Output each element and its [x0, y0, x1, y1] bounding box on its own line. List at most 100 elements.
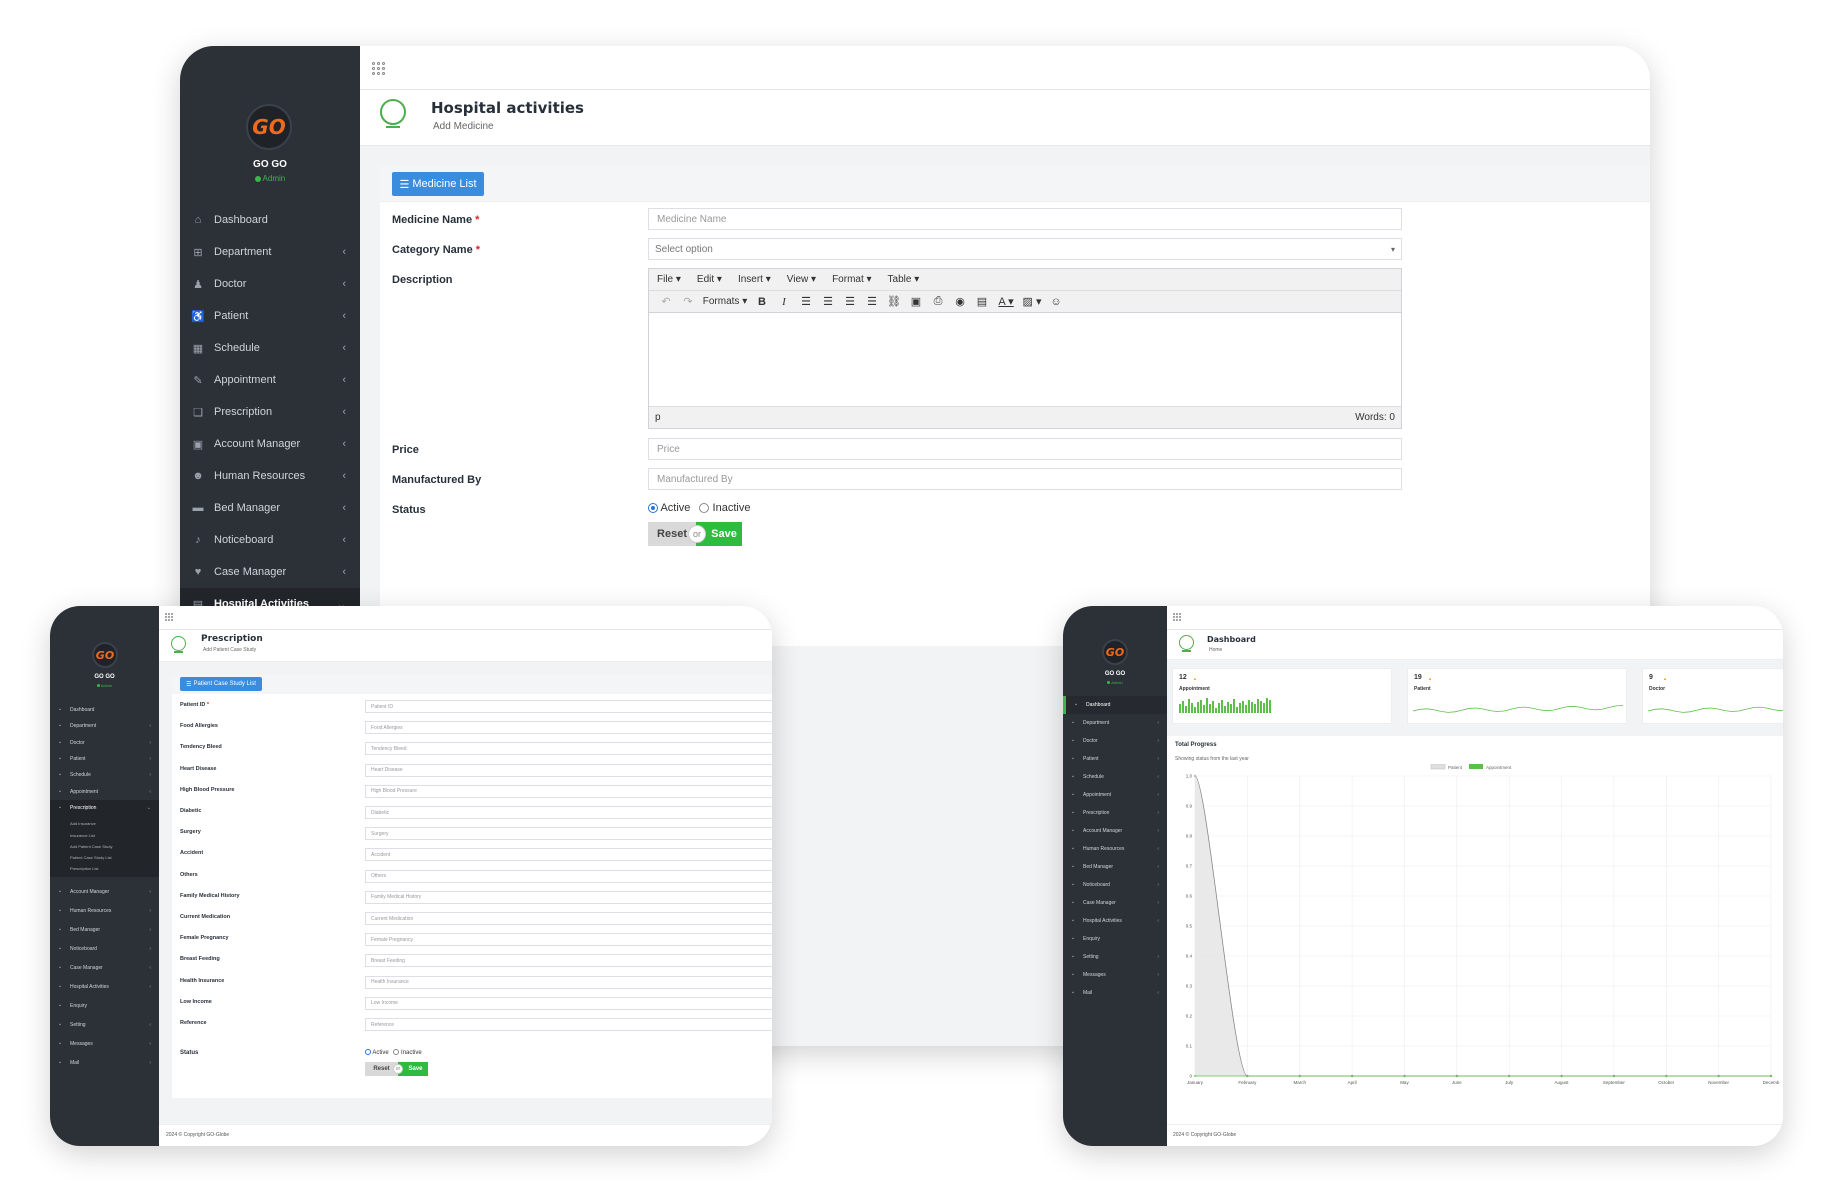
- field-input-current-medication[interactable]: Current Medication: [365, 912, 772, 925]
- field-input-female-pregnancy[interactable]: Female Pregnancy: [365, 933, 772, 947]
- field-input-breast-feeding[interactable]: Breast Feeding: [365, 954, 772, 968]
- align-justify-icon[interactable]: ☰: [861, 295, 883, 308]
- sidebar-item-case-manager[interactable]: ▪ Case Manager ‹: [50, 959, 159, 978]
- field-input-health-insurance[interactable]: Health Insurance: [365, 975, 772, 989]
- sidebar-item-prescription[interactable]: ▪ Prescription ⌄: [50, 799, 159, 817]
- sidebar-item-noticeboard[interactable]: ▪ Noticeboard ‹: [1063, 876, 1167, 894]
- radio-active[interactable]: [648, 503, 658, 514]
- formats-dropdown[interactable]: Formats ▾: [699, 296, 751, 307]
- sidebar-item-bed-manager[interactable]: ▪ Bed Manager ‹: [1063, 858, 1167, 876]
- sidebar-item-account-manager[interactable]: ▪ Account Manager ‹: [1063, 822, 1167, 840]
- editor-menu-format[interactable]: Format ▾: [832, 274, 871, 285]
- category-select[interactable]: Select option ▾: [648, 238, 1402, 260]
- price-input[interactable]: Price: [648, 438, 1402, 460]
- sidebar-item-case-manager[interactable]: ▪ Case Manager ‹: [1063, 894, 1167, 912]
- status-inactive-radio[interactable]: Inactive: [699, 502, 750, 514]
- field-input-family-medical-history[interactable]: Family Medical History: [365, 890, 772, 904]
- image-icon[interactable]: ▣: [905, 295, 927, 308]
- sidebar-item-doctor[interactable]: ▪ Doctor ‹: [1063, 732, 1167, 750]
- sidebar-item-human-resources[interactable]: ▪ Human Resources ‹: [50, 902, 159, 921]
- sidebar-item-department[interactable]: ⊞ Department ‹: [180, 236, 360, 268]
- align-left-icon[interactable]: ☰: [795, 295, 817, 308]
- sidebar-item-schedule[interactable]: ▦ Schedule ‹: [180, 332, 360, 364]
- link-icon[interactable]: ⛓: [883, 295, 905, 308]
- sidebar-item-hospital-activities[interactable]: ▪ Hospital Activities ‹: [50, 978, 159, 997]
- sidebar-item-account-manager[interactable]: ▪ Account Manager ‹: [50, 883, 159, 902]
- sidebar-item-doctor[interactable]: ▪ Doctor ‹: [50, 735, 159, 751]
- text-color-icon[interactable]: A ▾: [993, 295, 1019, 308]
- sidebar-item-setting[interactable]: ▪ Setting ‹: [50, 1016, 159, 1035]
- status-inactive-radio[interactable]: Inactive: [393, 1049, 422, 1056]
- sidebar-item-mail[interactable]: ▪ Mail ‹: [50, 1054, 159, 1073]
- radio-inactive[interactable]: [393, 1049, 400, 1055]
- sidebar-item-human-resources[interactable]: ☻ Human Resources ‹: [180, 460, 360, 492]
- status-active-radio[interactable]: Active: [365, 1049, 390, 1056]
- sidebar-item-case-manager[interactable]: ♥ Case Manager ‹: [180, 556, 360, 588]
- stat-card-patient[interactable]: 19 ▲ Patient: [1407, 668, 1627, 724]
- sidebar-item-enquiry[interactable]: ▪ Enquiry: [1063, 930, 1167, 948]
- apps-grid-icon[interactable]: [165, 613, 173, 621]
- undo-icon[interactable]: ↶: [655, 295, 677, 308]
- sidebar-item-noticeboard[interactable]: ▪ Noticeboard ‹: [50, 940, 159, 959]
- patient-case-study-list-button[interactable]: ☰ Patient Case Study List: [180, 677, 262, 691]
- media-icon[interactable]: ▤: [971, 295, 993, 308]
- sidebar-item-department[interactable]: ▪ Department ‹: [1063, 714, 1167, 732]
- sidebar-item-enquiry[interactable]: ▪ Enquiry: [50, 997, 159, 1016]
- sidebar-item-human-resources[interactable]: ▪ Human Resources ‹: [1063, 840, 1167, 858]
- emoticons-icon[interactable]: ☺: [1045, 296, 1067, 308]
- sidebar-item-department[interactable]: ▪ Department ‹: [50, 718, 159, 734]
- field-input-diabetic[interactable]: Diabetic: [365, 806, 772, 819]
- field-input-reference[interactable]: Reference: [365, 1018, 772, 1031]
- sidebar-item-setting[interactable]: ▪ Setting ‹: [1063, 948, 1167, 966]
- preview-icon[interactable]: ◉: [949, 295, 971, 308]
- submenu-item-add-insurance[interactable]: Add Insurance: [50, 818, 159, 829]
- bold-icon[interactable]: B: [751, 296, 773, 308]
- field-input-high-blood-pressure[interactable]: High Blood Pressure: [365, 784, 772, 798]
- field-input-low-income[interactable]: Low Income: [365, 996, 772, 1010]
- sidebar-item-prescription[interactable]: ▪ Prescription ‹: [1063, 804, 1167, 822]
- stat-card-appointment[interactable]: 12 ▲ Appointment: [1172, 668, 1392, 724]
- medicine-list-button[interactable]: ☰ Medicine List: [392, 172, 484, 196]
- sidebar-item-appointment[interactable]: ▪ Appointment ‹: [50, 783, 159, 799]
- field-input-others[interactable]: Others: [365, 869, 772, 883]
- editor-menu-insert[interactable]: Insert ▾: [738, 274, 771, 285]
- sidebar-item-patient[interactable]: ▪ Patient ‹: [50, 751, 159, 767]
- field-input-accident[interactable]: Accident: [365, 848, 772, 862]
- sidebar-item-messages[interactable]: ▪ Messages ‹: [1063, 966, 1167, 984]
- sidebar-item-account-manager[interactable]: ▣ Account Manager ‹: [180, 428, 360, 460]
- sidebar-item-noticeboard[interactable]: ♪ Noticeboard ‹: [180, 524, 360, 556]
- redo-icon[interactable]: ↷: [677, 295, 699, 308]
- submenu-item-insurance-list[interactable]: Insurance List: [50, 829, 159, 840]
- editor-menu-table[interactable]: Table ▾: [888, 274, 920, 285]
- field-input-food-allergies[interactable]: Food Allergies: [365, 721, 772, 735]
- italic-icon[interactable]: I: [773, 296, 795, 308]
- apps-grid-icon[interactable]: [1173, 613, 1181, 621]
- submenu-item-patient-case-study-list[interactable]: Patient Case Study List: [50, 852, 159, 863]
- manufactured-by-input[interactable]: Manufactured By: [648, 468, 1402, 490]
- submenu-item-add-patient-case-study[interactable]: Add Patient Case Study: [50, 841, 159, 852]
- editor-menu-file[interactable]: File ▾: [657, 274, 681, 285]
- medicine-name-input[interactable]: Medicine Name: [648, 208, 1402, 230]
- editor-menu-edit[interactable]: Edit ▾: [697, 274, 722, 285]
- sidebar-item-patient[interactable]: ▪ Patient ‹: [1063, 750, 1167, 768]
- background-color-icon[interactable]: ▨ ▾: [1019, 295, 1045, 308]
- sidebar-item-dashboard[interactable]: ▪ Dashboard: [50, 702, 159, 718]
- sidebar-item-appointment[interactable]: ✎ Appointment ‹: [180, 364, 360, 396]
- sidebar-item-messages[interactable]: ▪ Messages ‹: [50, 1035, 159, 1054]
- sidebar-item-schedule[interactable]: ▪ Schedule ‹: [1063, 768, 1167, 786]
- align-right-icon[interactable]: ☰: [839, 295, 861, 308]
- sidebar-item-patient[interactable]: ♿ Patient ‹: [180, 300, 360, 332]
- align-center-icon[interactable]: ☰: [817, 295, 839, 308]
- sidebar-item-doctor[interactable]: ♟ Doctor ‹: [180, 268, 360, 300]
- field-input-heart-disease[interactable]: Heart Disease: [365, 763, 772, 777]
- status-active-radio[interactable]: Active: [648, 502, 693, 514]
- field-input-patient-id[interactable]: Patient ID: [365, 700, 772, 713]
- sidebar-item-dashboard[interactable]: ⌂ Dashboard: [180, 204, 360, 236]
- stat-card-doctor[interactable]: 9 ▲ Doctor: [1642, 668, 1783, 724]
- sidebar-item-schedule[interactable]: ▪ Schedule ‹: [50, 767, 159, 783]
- sidebar-item-bed-manager[interactable]: ▪ Bed Manager ‹: [50, 921, 159, 940]
- apps-grid-icon[interactable]: [372, 62, 385, 75]
- print-icon[interactable]: ⎙: [927, 295, 949, 308]
- field-input-surgery[interactable]: Surgery: [365, 827, 772, 841]
- description-editor[interactable]: File ▾ Edit ▾ Insert ▾ View ▾ Format ▾ Table …: [648, 268, 1402, 429]
